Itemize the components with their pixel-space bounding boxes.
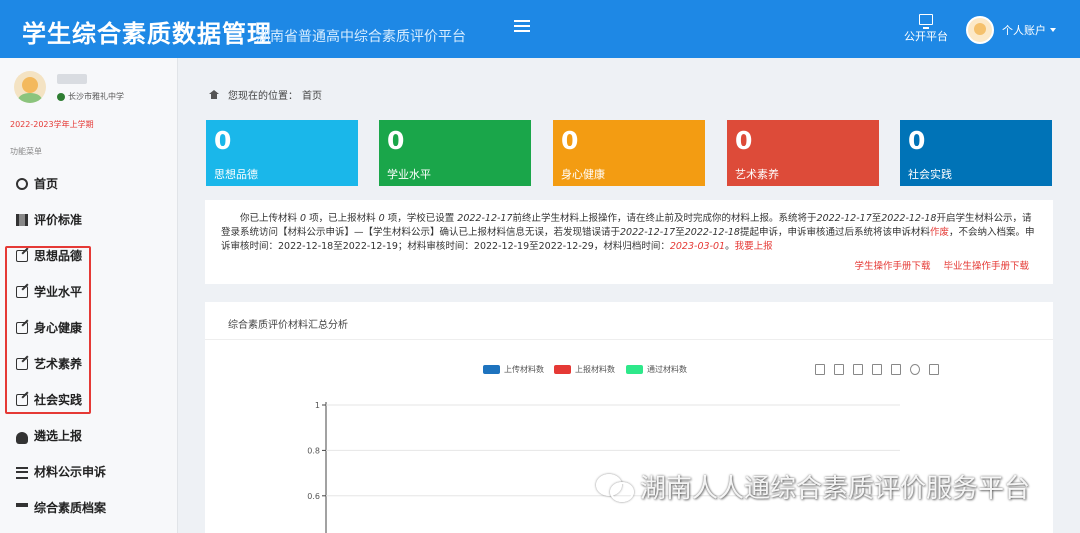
notice-seg: 提起申诉，申诉审核通过后系统将该申诉材料 (739, 227, 930, 238)
y-tick-label: 1 (315, 401, 320, 410)
sidebar-item-label: 首页 (34, 177, 59, 191)
public-platform-button[interactable]: 公开平台 (900, 14, 952, 44)
stat-value: 0 (387, 126, 405, 155)
home-icon (209, 90, 219, 99)
sidebar-item-label: 材料公示申诉 (34, 465, 107, 479)
notice-seg: 你已上传材料 (240, 213, 298, 224)
sidebar-item-social-practice[interactable]: 社会实践 (0, 382, 178, 418)
edit-icon (16, 322, 28, 334)
online-status-icon (57, 93, 65, 101)
dashboard-icon (16, 178, 28, 190)
notice-text: 你已上传材料 0 项，已上报材料 0 项，学校已设置 2022-12-17前终止… (221, 212, 1039, 254)
caret-down-icon (1050, 28, 1056, 32)
sidebar-item-select-report[interactable]: 遴选上报 (0, 418, 178, 454)
main-content: 您现在的位置： 首页 0 思想品德 0 学业水平 0 身心健康 0 艺术素养 0… (179, 58, 1080, 533)
menu-toggle-icon[interactable] (514, 20, 530, 34)
graduation-cap-icon (16, 503, 28, 515)
edit-icon (16, 286, 28, 298)
edit-icon (16, 394, 28, 406)
stat-card-health[interactable]: 0 身心健康 (553, 120, 705, 186)
sidebar-item-label: 遴选上报 (34, 429, 83, 443)
school-name: 长沙市雅礼中学 (68, 92, 124, 101)
edit-icon (16, 250, 28, 262)
sidebar-item-label: 身心健康 (34, 321, 83, 335)
watermark: 湖南人人通综合素质评价服务平台 (596, 468, 1030, 505)
sidebar-item-academics[interactable]: 学业水平 (0, 274, 178, 310)
stat-label: 身心健康 (561, 168, 605, 181)
graduate-manual-link[interactable]: 毕业生操作手册下载 (943, 261, 1029, 272)
stat-card-social-practice[interactable]: 0 社会实践 (900, 120, 1052, 186)
notice-seg: 前终止学生材料上报操作，请在终止前及时完成你的材料上报。系统将于 (512, 213, 817, 224)
user-avatar (14, 71, 46, 103)
student-manual-link[interactable]: 学生操作手册下载 (854, 261, 930, 272)
account-label: 个人账户 (1002, 24, 1046, 37)
appeal-start-date: 2022-12-17 (620, 227, 676, 238)
sidebar-item-label: 艺术素养 (34, 357, 83, 371)
sidebar-item-label: 评价标准 (34, 213, 83, 227)
notice-seg: 至 (871, 213, 882, 224)
sidebar-item-label: 社会实践 (34, 393, 83, 407)
stat-value: 0 (214, 126, 232, 155)
sidebar-nav: 首页 评价标准 思想品德 学业水平 身心健康 艺术素养 社会实践 遴选上报 材料… (0, 166, 178, 526)
stat-card-academics[interactable]: 0 学业水平 (379, 120, 531, 186)
notice-panel: 你已上传材料 0 项，已上报材料 0 项，学校已设置 2022-12-17前终止… (205, 200, 1053, 284)
notice-seg: 。 (725, 241, 735, 252)
y-tick-label: 0.8 (307, 446, 320, 455)
map-icon (16, 214, 28, 226)
notice-seg: 项，已上报材料 (309, 213, 376, 224)
app-subtitle: 湖南省普通高中综合素质评价平台 (256, 29, 466, 45)
stat-label: 思想品德 (214, 168, 258, 181)
user-name-redacted (57, 74, 87, 84)
report-link[interactable]: 我要上报 (735, 241, 773, 252)
monitor-icon (919, 14, 933, 29)
stat-value: 0 (908, 126, 926, 155)
archive-date: 2023-03-01 (669, 241, 726, 252)
publicity-start-date: 2022-12-17 (816, 213, 872, 224)
sidebar-item-health[interactable]: 身心健康 (0, 310, 178, 346)
stat-card-morality[interactable]: 0 思想品德 (206, 120, 358, 186)
cloud-upload-icon (16, 431, 28, 444)
sidebar-item-morality[interactable]: 思想品德 (0, 238, 178, 274)
sidebar: 长沙市雅礼中学 2022-2023学年上学期 功能菜单 首页 评价标准 思想品德… (0, 58, 178, 533)
publicity-end-date: 2022-12-18 (881, 213, 937, 224)
wechat-icon (596, 473, 634, 502)
sidebar-item-standards[interactable]: 评价标准 (0, 202, 178, 238)
stat-value: 0 (561, 126, 579, 155)
breadcrumb: 您现在的位置： 首页 (205, 87, 322, 102)
sidebar-item-arts[interactable]: 艺术素养 (0, 346, 178, 382)
sidebar-item-archive[interactable]: 综合素质档案 (0, 490, 178, 526)
public-platform-label: 公开平台 (904, 30, 948, 43)
y-tick-label: 0.6 (307, 492, 320, 501)
void-word: 作废 (929, 227, 949, 238)
stat-card-arts[interactable]: 0 艺术素养 (727, 120, 879, 186)
term-label: 2022-2023学年上学期 (10, 120, 94, 129)
stat-label: 学业水平 (387, 168, 431, 181)
watermark-text: 湖南人人通综合素质评价服务平台 (640, 474, 1031, 504)
top-navbar: 学生综合素质数据管理 湖南省普通高中综合素质评价平台 公开平台 个人账户 (0, 0, 1080, 58)
list-icon (16, 467, 28, 479)
breadcrumb-prefix: 您现在的位置： (228, 91, 298, 102)
menu-heading: 功能菜单 (10, 147, 42, 156)
sidebar-item-label: 思想品德 (34, 249, 83, 263)
stat-value: 0 (735, 126, 753, 155)
notice-seg: 项，学校已设置 (387, 213, 455, 224)
sidebar-item-home[interactable]: 首页 (0, 166, 178, 202)
breadcrumb-current: 首页 (302, 91, 322, 102)
avatar (966, 16, 994, 44)
app-title: 学生综合素质数据管理 (22, 20, 272, 48)
notice-seg: 至 (675, 227, 685, 238)
sidebar-item-label: 综合素质档案 (34, 501, 107, 515)
manual-links: 学生操作手册下载 毕业生操作手册下载 (844, 260, 1029, 274)
reported-count: 0 (378, 213, 385, 224)
stat-label: 社会实践 (908, 168, 952, 181)
sidebar-item-label: 学业水平 (34, 285, 83, 299)
sidebar-item-publicity-appeal[interactable]: 材料公示申诉 (0, 454, 178, 490)
uploaded-count: 0 (300, 213, 307, 224)
edit-icon (16, 358, 28, 370)
account-menu[interactable]: 个人账户 (966, 15, 1056, 45)
deadline-date: 2022-12-17 (457, 213, 513, 224)
appeal-end-date: 2022-12-18 (684, 227, 740, 238)
stat-label: 艺术素养 (735, 168, 779, 181)
